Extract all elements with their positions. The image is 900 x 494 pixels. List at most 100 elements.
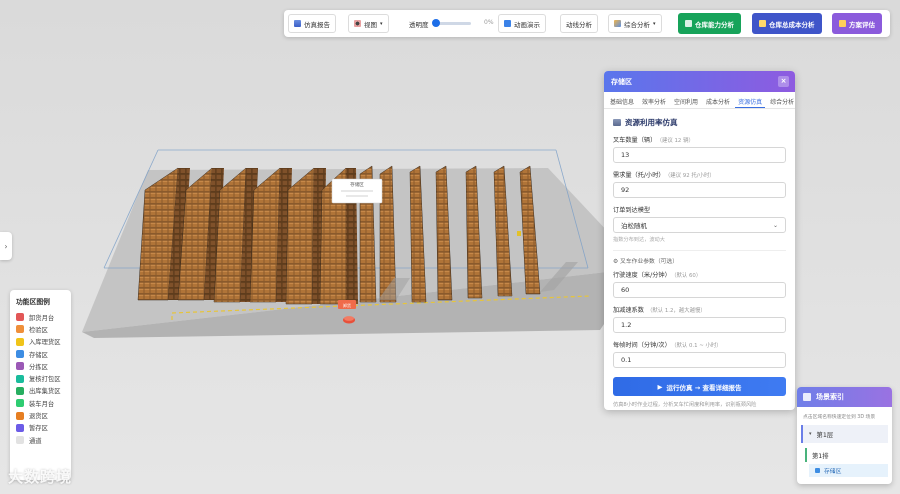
- forklift-count-label: 叉车数量（辆） （建议 12 辆）: [613, 137, 694, 144]
- legend-swatch: [16, 399, 24, 408]
- tab-4[interactable]: 资源仿真: [735, 92, 766, 108]
- demand-label: 需求量（托/小时） （建议 92 托/小时）: [613, 172, 715, 179]
- accel-input[interactable]: 1.2: [613, 317, 786, 333]
- legend-item: 存储区: [16, 348, 65, 360]
- legend-swatch: [16, 386, 24, 395]
- top-toolbar: 仿真报告 视图 ▾ 透明度 0% 动画演示 动线分析 综合分析 ▾ 仓库能力分析…: [284, 10, 890, 37]
- play-icon: ▶: [657, 382, 663, 391]
- svg-text:存储区: 存储区: [350, 181, 364, 188]
- legend-panel: 功能区图例 卸货月台检验区入库理货区存储区分拣区复核打包区出库集货区 装车月台退货…: [10, 290, 71, 480]
- legend-item: 通道: [16, 434, 65, 446]
- legend-label: 退货区: [29, 413, 48, 421]
- optional-params-title: ⚙ 叉车作业参数（可选）: [613, 259, 679, 265]
- panel-title: 存储区: [611, 77, 632, 86]
- view-dropdown[interactable]: 视图 ▾: [348, 14, 389, 33]
- tab-3[interactable]: 成本分析: [703, 92, 733, 108]
- hold-time-input[interactable]: 0.1: [613, 352, 786, 368]
- order-model-label: 订单到达模型: [613, 207, 651, 214]
- legend-swatch: [16, 313, 24, 322]
- legend-swatch: [16, 337, 24, 346]
- legend-title: 功能区图例: [16, 298, 50, 306]
- eye-icon: [354, 20, 361, 27]
- scene-index-desc: 点击区域名称快速定位到 3D 场景: [803, 415, 876, 420]
- demand-input[interactable]: 92: [613, 182, 786, 198]
- simulation-note: 仿真8小时作业过程，分析叉车忙闲度和利用率，识别瓶颈风险: [613, 402, 757, 408]
- comprehensive-analysis-dropdown[interactable]: 综合分析 ▾: [608, 14, 662, 33]
- legend-swatch: [16, 436, 24, 445]
- legend-label: 存储区: [29, 351, 48, 359]
- legend-item: 退货区: [16, 409, 65, 421]
- caret-down-icon: ▾: [809, 431, 812, 437]
- legend-item: 入库理货区: [16, 336, 65, 348]
- legend-label: 通道: [29, 437, 42, 445]
- gear-icon: ⚙: [613, 259, 621, 265]
- legend-label: 暂存区: [29, 425, 48, 433]
- section-title: 资源利用率仿真: [613, 117, 786, 128]
- storage-zone-panel: 存储区 × 基础信息 效率分析 空间利用 成本分析 资源仿真 综合分析 资源利用率仿真 叉…: [604, 71, 795, 410]
- opacity-slider-thumb[interactable]: [432, 19, 440, 27]
- tab-5[interactable]: 综合分析: [767, 92, 795, 108]
- chevron-right-icon: ›: [4, 241, 8, 251]
- legend-list: 卸货月台检验区入库理货区存储区分拣区复核打包区出库集货区 装车月台退货区暂存区通道: [16, 311, 65, 446]
- caret-down-icon: ▾: [380, 20, 383, 27]
- caret-down-icon: ▾: [653, 20, 656, 27]
- legend-label: 入库理货区: [29, 339, 61, 347]
- clipboard-icon: [839, 20, 846, 27]
- order-model-select[interactable]: 泊松随机 ⌄: [613, 217, 786, 233]
- panel-header: 存储区 ×: [604, 71, 795, 92]
- play-square-icon: [803, 393, 811, 401]
- opacity-value: 0%: [484, 19, 494, 26]
- watermark: 大数跨境: [8, 468, 73, 486]
- expand-sidebar-button[interactable]: ›: [0, 232, 12, 260]
- speed-input[interactable]: 60: [613, 282, 786, 298]
- panel-body: 资源利用率仿真 叉车数量（辆） （建议 12 辆） 13 需求量（托/小时） （建议…: [604, 109, 795, 410]
- zone-color-icon: [815, 468, 820, 473]
- legend-swatch: [16, 350, 24, 359]
- close-icon[interactable]: ×: [778, 76, 789, 87]
- opacity-label: 透明度: [409, 21, 429, 29]
- accel-label: 加减速系数 （默认 1.2，越大越慢）: [613, 307, 706, 314]
- legend-item: 复核打包区: [16, 372, 65, 384]
- legend-label: 检验区: [29, 326, 48, 334]
- legend-swatch: [16, 325, 24, 334]
- legend-label: 出库集货区: [29, 388, 61, 396]
- legend-swatch: [16, 423, 24, 432]
- panel-tabs: 基础信息 效率分析 空间利用 成本分析 资源仿真 综合分析: [604, 92, 795, 109]
- factory-icon: [613, 119, 621, 126]
- legend-label: 复核打包区: [29, 376, 61, 384]
- tree-level-zone[interactable]: 存储区: [809, 464, 888, 477]
- zone-popup[interactable]: 存储区: [331, 178, 383, 204]
- forklift-count-input[interactable]: 13: [613, 147, 786, 163]
- legend-item: 暂存区: [16, 422, 65, 434]
- legend-item: 装车月台: [16, 397, 65, 409]
- tab-0[interactable]: 基础信息: [607, 92, 637, 108]
- legend-label: 分拣区: [29, 363, 48, 371]
- legend-label: 卸货月台: [29, 314, 55, 322]
- report-button[interactable]: 仿真报告: [288, 14, 336, 33]
- play-icon: [504, 20, 511, 27]
- chart-icon: [685, 20, 692, 27]
- legend-item: 出库集货区: [16, 385, 65, 397]
- hold-time-label: 每帧时间（分钟/次） （默认 0.1 ~ 小时）: [613, 342, 722, 349]
- run-simulation-button[interactable]: ▶ 运行仿真 → 查看详细报告: [613, 377, 786, 396]
- grid-icon: [614, 20, 621, 27]
- tree-level-floor[interactable]: ▾ 第1层: [801, 425, 888, 443]
- scene-index-header: 场景索引: [797, 387, 892, 407]
- tab-1[interactable]: 效率分析: [639, 92, 669, 108]
- capacity-analysis-button[interactable]: 仓库能力分析: [678, 13, 741, 34]
- chevron-down-icon: ⌄: [772, 221, 778, 229]
- tab-2[interactable]: 空间利用: [671, 92, 701, 108]
- scene-index-panel: 场景索引 点击区域名称快速定位到 3D 场景 ▾ 第1层 第1排 存储区: [797, 387, 892, 484]
- animation-button[interactable]: 动画演示: [498, 14, 546, 33]
- evaluate-button[interactable]: 方案评估: [832, 13, 882, 34]
- speed-label: 行驶速度（米/分钟） （默认 60）: [613, 272, 702, 279]
- divider: [613, 250, 786, 251]
- order-model-note: 指数分布到达，波动大: [613, 237, 665, 243]
- money-icon: [759, 20, 766, 27]
- cost-analysis-button[interactable]: 仓库总成本分析: [752, 13, 822, 34]
- legend-swatch: [16, 362, 24, 371]
- legend-swatch: [16, 374, 24, 383]
- flow-analysis-button[interactable]: 动线分析: [560, 14, 598, 33]
- zone-marker: [517, 231, 521, 236]
- tree-level-row[interactable]: 第1排: [805, 448, 888, 462]
